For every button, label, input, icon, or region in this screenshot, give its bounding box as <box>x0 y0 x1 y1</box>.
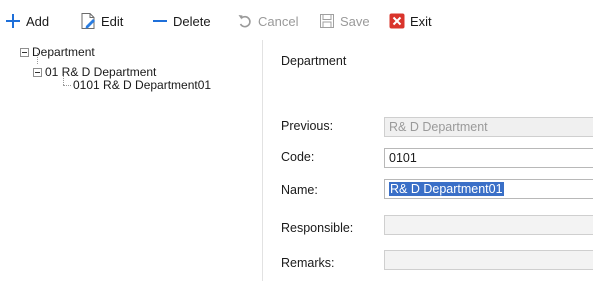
tree-node-rd-department01[interactable]: 0101 R& D Department01 <box>73 77 211 93</box>
minus-icon <box>151 12 169 30</box>
responsible-label: Responsible: <box>281 221 354 235</box>
add-button[interactable]: Add <box>4 11 49 31</box>
remarks-field[interactable] <box>384 250 593 270</box>
name-field[interactable]: R& D Department01 <box>384 179 593 199</box>
department-form: Department Previous: R& D Department Cod… <box>263 40 593 281</box>
edit-document-icon <box>79 12 97 30</box>
save-label: Save <box>340 13 370 29</box>
save-button[interactable]: Save <box>318 11 370 31</box>
edit-button[interactable]: Edit <box>79 11 123 31</box>
tree-connector <box>63 85 71 86</box>
delete-label: Delete <box>173 13 211 29</box>
form-title: Department <box>281 54 347 68</box>
edit-label: Edit <box>101 13 124 29</box>
previous-label: Previous: <box>281 119 334 133</box>
tree-node-label: Department <box>32 45 95 59</box>
collapse-toggle-icon[interactable] <box>33 67 42 77</box>
selected-text: R& D Department01 <box>389 182 504 196</box>
cancel-label: Cancel <box>258 13 299 29</box>
close-icon <box>388 12 406 30</box>
cancel-button[interactable]: Cancel <box>236 11 298 31</box>
plus-icon <box>4 12 22 30</box>
undo-icon <box>236 12 254 30</box>
department-tree: Department 01 R& D Department 0101 R& D … <box>0 40 263 281</box>
code-field[interactable]: 0101 <box>384 148 593 168</box>
add-label: Add <box>26 13 50 29</box>
name-label: Name: <box>281 183 318 197</box>
save-disk-icon <box>318 12 336 30</box>
exit-label: Exit <box>410 13 432 29</box>
remarks-label: Remarks: <box>281 256 335 270</box>
exit-button[interactable]: Exit <box>388 11 432 31</box>
toolbar: Add Edit Delete Cancel Save Exit <box>0 0 593 40</box>
code-label: Code: <box>281 150 315 164</box>
responsible-field[interactable] <box>384 215 593 235</box>
tree-node-label: 0101 R& D Department01 <box>73 78 212 92</box>
previous-field: R& D Department <box>384 117 593 137</box>
tree-node-department[interactable]: Department <box>20 44 95 60</box>
collapse-toggle-icon[interactable] <box>20 47 29 57</box>
delete-button[interactable]: Delete <box>151 11 211 31</box>
